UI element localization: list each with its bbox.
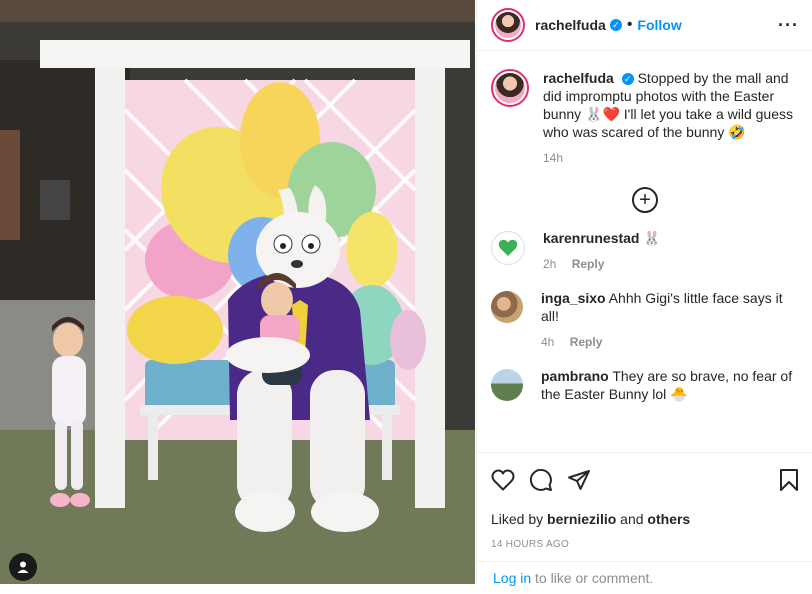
load-more-comments-icon[interactable]: + [632, 187, 658, 213]
commenter-avatar[interactable] [491, 369, 523, 401]
comments-list[interactable]: rachelfuda ✓ Stopped by the mall and did… [477, 51, 812, 451]
verified-badge-icon: ✓ [621, 73, 634, 86]
caption-username[interactable]: rachelfuda [543, 70, 614, 86]
liked-others-link[interactable]: others [647, 511, 690, 527]
post-header: rachelfuda ✓ • Follow ··· [477, 0, 812, 51]
post-detail-panel: rachelfuda ✓ • Follow ··· rachelfuda ✓ S… [476, 0, 812, 586]
easter-bunny-photo [0, 0, 475, 584]
author-username[interactable]: rachelfuda [535, 17, 606, 33]
liked-user-link[interactable]: berniezilio [547, 511, 616, 527]
author-avatar[interactable] [491, 8, 525, 42]
login-prompt: Log in to like or comment. [477, 561, 812, 594]
caption-time: 14h [543, 151, 564, 165]
comment-time: 2h [543, 257, 557, 271]
like-heart-icon[interactable] [491, 469, 515, 491]
comment-username[interactable]: karenrunestad [543, 230, 639, 246]
separator-dot: • [626, 16, 633, 33]
comment-username[interactable]: pambrano [541, 368, 609, 384]
caption-avatar[interactable] [491, 69, 529, 107]
post-caption: rachelfuda ✓ Stopped by the mall and did… [491, 69, 799, 167]
liked-prefix: Liked by [491, 511, 544, 527]
comment-icon[interactable] [529, 468, 553, 492]
commenter-avatar[interactable] [491, 231, 525, 265]
follow-button[interactable]: Follow [637, 17, 681, 33]
more-options-icon[interactable]: ··· [778, 15, 799, 36]
post-timestamp: 14 HOURS AGO [491, 539, 570, 550]
tagged-user-icon[interactable] [9, 553, 37, 581]
post-actions: Liked by berniezilio and others 14 HOURS… [477, 452, 812, 550]
comment-time: 4h [541, 335, 555, 349]
reply-button[interactable]: Reply [572, 257, 605, 271]
comment-item: pambrano They are so brave, no fear of t… [491, 367, 799, 403]
comment-username[interactable]: inga_sixo [541, 290, 606, 306]
share-icon[interactable] [567, 468, 591, 492]
verified-badge-icon: ✓ [609, 19, 622, 31]
save-bookmark-icon[interactable] [779, 468, 799, 492]
green-heart-icon [498, 239, 518, 256]
likes-summary: Liked by berniezilio and others [491, 511, 799, 527]
commenter-avatar[interactable] [491, 291, 523, 323]
reply-button[interactable]: Reply [570, 335, 603, 349]
liked-and: and [620, 511, 644, 527]
comment-text: 🐰 [643, 230, 661, 246]
post-photo[interactable] [0, 0, 475, 584]
comment-item: karenrunestad 🐰 2h Reply [491, 229, 799, 273]
person-icon [17, 561, 29, 573]
comment-item: inga_sixo Ahhh Gigi's little face says i… [491, 289, 799, 351]
